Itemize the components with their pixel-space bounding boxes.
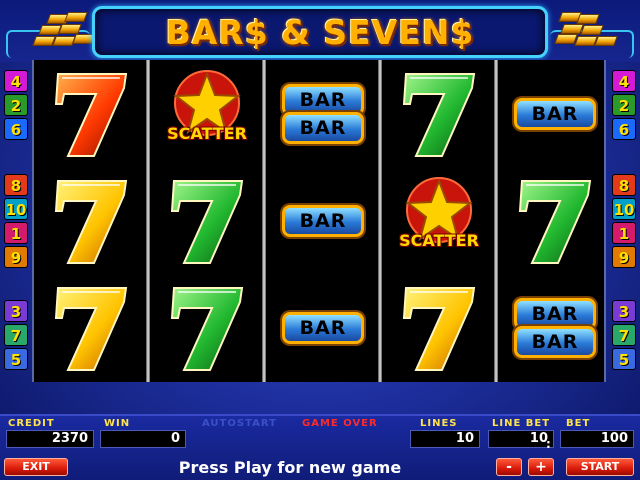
- reel-symbol: BAR: [266, 167, 380, 274]
- bar-icon: BAR: [514, 98, 596, 130]
- start-button[interactable]: START: [566, 458, 634, 476]
- reel-4: SCATTER: [382, 60, 496, 382]
- reel-symbol: BAR: [266, 274, 380, 381]
- line-number-3: 3: [4, 300, 28, 322]
- win-display: 0: [100, 430, 186, 448]
- autostart-label: AUTOSTART: [202, 418, 277, 429]
- line-number-5: 5: [612, 348, 636, 370]
- game-over-label: GAME OVER: [302, 418, 378, 429]
- line-number-8: 8: [4, 174, 28, 196]
- seven-red-icon: [54, 73, 128, 158]
- reel-symbol: SCATTER: [150, 60, 264, 167]
- seven-yellow-icon: [54, 180, 128, 265]
- seven-green-icon: [170, 287, 244, 372]
- win-label: WIN: [104, 418, 131, 429]
- bet-display: 100: [560, 430, 634, 448]
- line-number-4: 4: [612, 70, 636, 92]
- title-plate: BAR$ & SEVEN$: [92, 6, 548, 58]
- status-message: Press Play for new game: [178, 458, 402, 477]
- bet-minus-button[interactable]: -: [496, 458, 522, 476]
- reel-window: SCATTER BAR BAR BAR BAR SCATTER BAR BAR BAR: [32, 60, 606, 382]
- line-number-9: 9: [4, 246, 28, 268]
- line-number-3: 3: [612, 300, 636, 322]
- bar-icon: BAR: [282, 312, 364, 344]
- scatter-label: SCATTER: [399, 231, 479, 250]
- reel-symbol: [150, 274, 264, 381]
- bar-icon: BAR: [282, 112, 364, 144]
- gold-bars-icon: [552, 10, 618, 54]
- line-number-1: 1: [4, 222, 28, 244]
- line-number-9: 9: [612, 246, 636, 268]
- lines-display: 10: [410, 430, 480, 448]
- reel-5: BAR BAR BAR: [498, 60, 612, 382]
- reel-symbol: [34, 60, 148, 167]
- credit-display: 2370: [6, 430, 94, 448]
- reel-symbol: [34, 167, 148, 274]
- seven-yellow-icon: [402, 287, 476, 372]
- bet-label: BET: [566, 418, 591, 429]
- control-panel: CREDIT 2370 WIN 0 AUTOSTART GAME OVER LI…: [0, 414, 640, 480]
- seven-green-icon: [170, 180, 244, 265]
- slot-machine: BAR$ & SEVEN$ 4 2 6 8 10 1 9 3 7 5 4 2 6 8 10 1 9 3 7 5 SC…: [0, 0, 640, 480]
- lines-label: LINES: [420, 418, 458, 429]
- scatter-label: SCATTER: [167, 124, 247, 143]
- bet-plus-button[interactable]: +: [528, 458, 554, 476]
- line-number-8: 8: [612, 174, 636, 196]
- line-number-7: 7: [612, 324, 636, 346]
- reel-symbol: [382, 60, 496, 167]
- line-number-2: 2: [612, 94, 636, 116]
- line-number-6: 6: [4, 118, 28, 140]
- line-number-10: 10: [612, 198, 636, 220]
- game-title: BAR$ & SEVEN$: [165, 13, 475, 52]
- reel-3: BAR BAR BAR BAR: [266, 60, 380, 382]
- exit-button[interactable]: EXIT: [4, 458, 68, 476]
- reel-symbol: [382, 274, 496, 381]
- reel-symbol: [34, 274, 148, 381]
- line-number-4: 4: [4, 70, 28, 92]
- colon-separator: :: [546, 437, 552, 451]
- reel-1: [34, 60, 148, 382]
- line-number-7: 7: [4, 324, 28, 346]
- reel-symbol: BAR: [498, 60, 612, 167]
- seven-green-icon: [518, 180, 592, 265]
- gold-bars-icon: [30, 10, 96, 54]
- line-number-1: 1: [612, 222, 636, 244]
- reel-symbol: SCATTER: [382, 167, 496, 274]
- line-bet-display: 10: [488, 430, 554, 448]
- reel-symbol: BAR BAR: [498, 274, 612, 381]
- bar-icon: BAR: [514, 326, 596, 358]
- line-number-10: 10: [4, 198, 28, 220]
- reel-symbol: BAR BAR: [266, 60, 380, 167]
- header: BAR$ & SEVEN$: [0, 0, 640, 62]
- line-bet-label: LINE BET: [492, 418, 551, 429]
- reel-symbol: [150, 167, 264, 274]
- reel-2: SCATTER: [150, 60, 264, 382]
- seven-yellow-icon: [54, 287, 128, 372]
- bar-icon: BAR: [282, 205, 364, 237]
- credit-label: CREDIT: [8, 418, 55, 429]
- line-number-6: 6: [612, 118, 636, 140]
- reel-symbol: [498, 167, 612, 274]
- line-number-5: 5: [4, 348, 28, 370]
- line-number-2: 2: [4, 94, 28, 116]
- seven-green-icon: [402, 73, 476, 158]
